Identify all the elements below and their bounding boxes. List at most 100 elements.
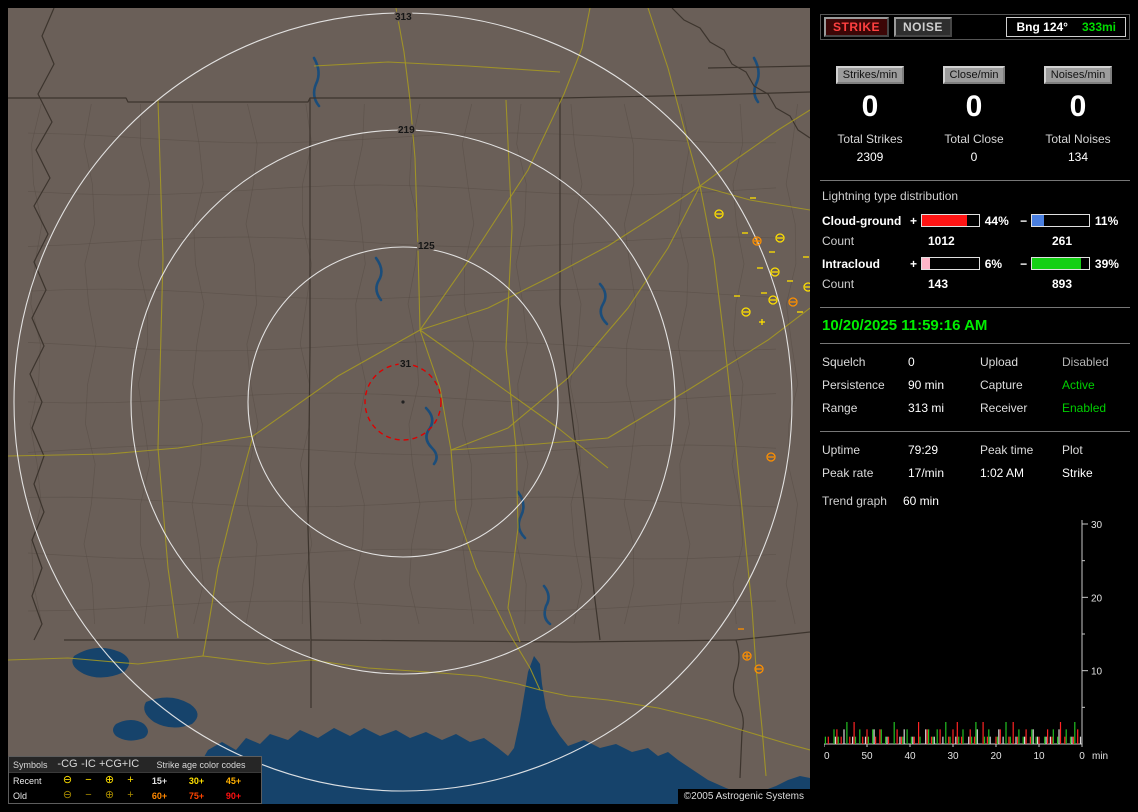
plot-label: Plot — [1062, 443, 1083, 457]
minus-sign: − — [1020, 213, 1028, 228]
close-column: Close/min 0 Total Close 0 — [922, 66, 1026, 164]
lightning-map[interactable]: 313 219 125 31 — [8, 8, 810, 804]
cg-minus-count: 261 — [1052, 234, 1073, 248]
app-window: 313 219 125 31 Symbols -CG -IC +CG +IC Stri… — [0, 0, 1138, 812]
svg-text:125: 125 — [418, 241, 435, 252]
separator — [820, 307, 1130, 308]
total-strikes-value: 2309 — [856, 150, 884, 164]
copyright-text: ©2005 Astrogenic Systems — [677, 789, 810, 804]
svg-text:10: 10 — [1091, 667, 1103, 678]
total-noises-label: Total Noises — [1045, 132, 1111, 146]
range-value: 313 mi — [908, 401, 945, 415]
total-close-value: 0 — [970, 150, 978, 164]
legend-col-pos-ic: +IC — [121, 758, 140, 770]
trend-graph-chart: 10 20 30 60 50 40 30 20 10 0 min — [824, 520, 1108, 762]
map-panel[interactable]: 313 219 125 31 Symbols -CG -IC +CG +IC Stri… — [8, 8, 810, 804]
noise-mode-button[interactable]: NOISE — [894, 17, 952, 37]
strike-symbol — [752, 236, 762, 246]
legend-age-30: 30+ — [188, 775, 205, 786]
ic-minus-pct: 39% — [1094, 256, 1119, 271]
bearing-readout: Bng 124° 333mi — [1006, 17, 1126, 37]
intracloud-row: Intracloud + 6% − 39% — [822, 256, 1128, 271]
svg-text:60: 60 — [824, 751, 830, 762]
legend-old-row: Old ⊖ − ⊕ + 60+ 75+ 90+ — [9, 788, 261, 803]
close-per-min-button[interactable]: Close/min — [942, 66, 1006, 84]
receiver-value: Enabled — [1062, 401, 1107, 415]
svg-text:20: 20 — [1091, 593, 1103, 604]
svg-text:30: 30 — [947, 751, 959, 762]
peak-rate-label: Peak rate — [822, 466, 874, 480]
close-per-min-value: 0 — [965, 90, 983, 123]
legend-age-15: 15+ — [151, 775, 168, 786]
strike-mode-button[interactable]: STRIKE — [824, 17, 890, 37]
separator — [820, 431, 1130, 432]
strikes-per-min-value: 0 — [861, 90, 879, 123]
top-status-bar: STRIKE NOISE Bng 124° 333mi — [820, 14, 1130, 40]
cloud-ground-count-row: Count 1012 261 — [822, 234, 1128, 248]
capture-value: Active — [1062, 378, 1095, 392]
squelch-label: Squelch — [822, 355, 866, 369]
intracloud-count-row: Count 143 893 — [822, 277, 1128, 291]
legend-old-label: Old — [13, 790, 28, 801]
noises-per-min-value: 0 — [1069, 90, 1087, 123]
circle-minus-icon: ⊖ — [62, 774, 73, 786]
ic-plus-count: 143 — [928, 277, 949, 291]
intracloud-label: Intracloud — [822, 256, 881, 271]
circle-plus-icon: ⊕ — [104, 774, 115, 786]
strike-symbol — [803, 282, 810, 292]
peak-time-label: Peak time — [980, 443, 1034, 457]
cloud-ground-row: Cloud-ground + 44% − 11% — [822, 213, 1128, 228]
session-grid: Uptime 79:29 Peak time Plot Peak rate 17… — [822, 443, 1128, 480]
upload-label: Upload — [980, 355, 1019, 369]
count-label: Count — [822, 234, 855, 248]
persistence-label: Persistence — [822, 378, 885, 392]
svg-text:40: 40 — [904, 751, 916, 762]
svg-text:219: 219 — [398, 125, 415, 136]
legend-age-60: 60+ — [151, 790, 168, 801]
trend-graph-label: Trend graph — [822, 494, 887, 508]
strike-symbol — [742, 651, 752, 661]
strike-symbol — [754, 664, 764, 674]
bearing-label: Bng 124° — [1016, 20, 1068, 34]
total-noises-value: 134 — [1067, 150, 1089, 164]
ic-minus-bar — [1031, 257, 1090, 270]
svg-text:min: min — [1092, 751, 1108, 762]
separator — [820, 180, 1130, 181]
legend-age-45: 45+ — [225, 775, 242, 786]
strike-symbol — [741, 307, 751, 317]
plus-sign: + — [909, 256, 917, 271]
bearing-range: 333mi — [1081, 20, 1116, 34]
noises-per-min-button[interactable]: Noises/min — [1043, 66, 1113, 84]
minus-icon: − — [85, 789, 92, 801]
status-grid: Squelch 0 Upload Disabled Persistence 90… — [822, 355, 1128, 415]
legend-age-title: Strike age color codes — [156, 759, 246, 770]
capture-label: Capture — [980, 378, 1023, 392]
strikes-per-min-button[interactable]: Strikes/min — [835, 66, 905, 84]
total-strikes-label: Total Strikes — [837, 132, 903, 146]
minus-sign: − — [1020, 256, 1028, 271]
cg-minus-pct: 11% — [1094, 213, 1119, 228]
cg-plus-bar — [921, 214, 980, 227]
svg-text:10: 10 — [1033, 751, 1045, 762]
cg-plus-count: 1012 — [928, 234, 955, 248]
rate-columns: Strikes/min 0 Total Strikes 2309 Close/m… — [818, 66, 1132, 164]
separator — [820, 343, 1130, 344]
plus-sign: + — [909, 213, 917, 228]
water-layer — [29, 56, 810, 804]
receiver-label: Receiver — [980, 401, 1028, 415]
uptime-label: Uptime — [822, 443, 861, 457]
ic-plus-bar — [921, 257, 980, 270]
circle-plus-icon: ⊕ — [104, 789, 115, 801]
peak-time-value: 1:02 AM — [980, 466, 1025, 480]
strike-symbol — [766, 452, 776, 462]
sidebar-panel: STRIKE NOISE Bng 124° 333mi Strikes/min … — [818, 8, 1132, 804]
persistence-value: 90 min — [908, 378, 945, 392]
receiver-position-marker — [401, 400, 405, 404]
svg-text:50: 50 — [861, 751, 873, 762]
trend-header: Trend graph 60 min — [822, 494, 1128, 508]
datetime-display: 10/20/2025 11:59:16 AM — [822, 317, 988, 334]
noises-column: Noises/min 0 Total Noises 134 — [1026, 66, 1130, 164]
svg-text:31: 31 — [400, 359, 412, 370]
legend-age-75: 75+ — [188, 790, 205, 801]
legend-symbols-header: Symbols — [13, 759, 48, 770]
